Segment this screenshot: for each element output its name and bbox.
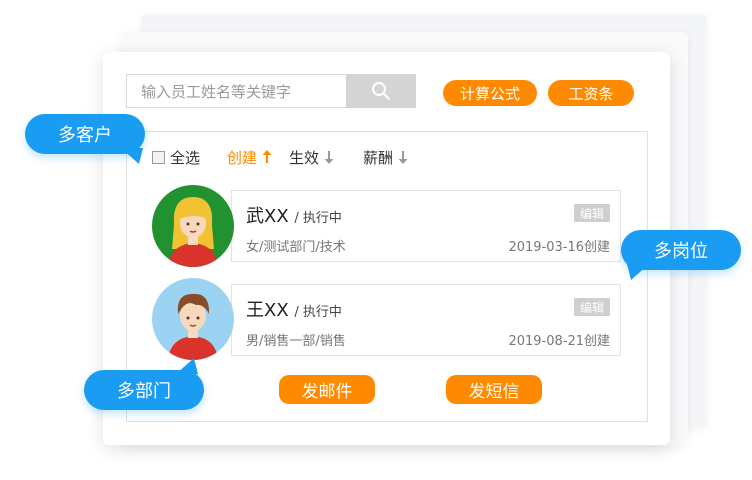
employee-name-line: 武XX / 执行中 (246, 202, 342, 228)
search-icon (372, 82, 390, 100)
search-button[interactable] (346, 74, 416, 108)
search-placeholder: 输入员工姓名等关键字 (141, 82, 292, 101)
feature-illustration: 输入员工姓名等关键字 计算公式 工资条 全选 创建 生效 薪酬 武XX / 执行… (0, 0, 752, 480)
search-input[interactable]: 输入员工姓名等关键字 (126, 74, 346, 108)
employee-name-line: 王XX / 执行中 (246, 296, 342, 322)
edit-button[interactable]: 编辑 (574, 298, 610, 316)
select-all-label: 全选 (170, 148, 201, 167)
callout-label: 多部门 (117, 381, 171, 402)
send-email-button[interactable]: 发邮件 (279, 375, 375, 404)
employee-status: / 执行中 (294, 305, 342, 320)
employee-name: 王XX (246, 300, 289, 321)
sort-salary-label: 薪酬 (363, 148, 394, 167)
multi-position-callout: 多岗位 (621, 230, 741, 280)
employee-details: 男/销售一部/销售 (246, 334, 346, 349)
avatar-male (152, 278, 234, 360)
employee-row[interactable]: 王XX / 执行中 男/销售一部/销售 2019-08-21创建 编辑 (231, 284, 621, 356)
checkbox-box (152, 150, 165, 164)
callout-tail (627, 264, 649, 280)
employee-row[interactable]: 武XX / 执行中 女/测试部门/技术 2019-03-16创建 编辑 (231, 190, 621, 262)
employee-list: 全选 创建 生效 薪酬 武XX / 执行中 女/测试部门/技术 2019-03-… (126, 131, 648, 422)
employee-details: 女/测试部门/技术 (246, 240, 346, 255)
callout-tail (121, 148, 143, 164)
select-all-checkbox[interactable]: 全选 (152, 147, 200, 168)
send-sms-button[interactable]: 发短信 (446, 375, 542, 404)
sort-by-salary[interactable]: 薪酬 (363, 147, 408, 168)
callout-label: 多岗位 (654, 241, 708, 262)
employee-created-date: 2019-08-21创建 (508, 334, 610, 349)
multi-customer-callout: 多客户 (25, 114, 145, 164)
employee-created-date: 2019-03-16创建 (508, 240, 610, 255)
multi-department-callout: 多部门 (84, 358, 204, 410)
payslip-button[interactable]: 工资条 (548, 80, 634, 106)
employee-status: / 执行中 (294, 211, 342, 226)
sort-created-label: 创建 (227, 148, 258, 167)
sort-effective-label: 生效 (289, 148, 320, 167)
arrow-down-icon (398, 150, 408, 164)
employee-name: 武XX (246, 206, 289, 227)
callout-tail (176, 358, 198, 374)
arrow-down-icon (324, 150, 334, 164)
formula-button[interactable]: 计算公式 (443, 80, 537, 106)
callout-label: 多客户 (58, 125, 112, 146)
sort-filter-bar: 全选 创建 生效 薪酬 (152, 146, 408, 168)
edit-button[interactable]: 编辑 (574, 204, 610, 222)
sort-by-created[interactable]: 创建 (227, 147, 272, 168)
arrow-up-icon (262, 150, 272, 164)
avatar-female (152, 185, 234, 267)
sort-by-effective[interactable]: 生效 (289, 147, 334, 168)
